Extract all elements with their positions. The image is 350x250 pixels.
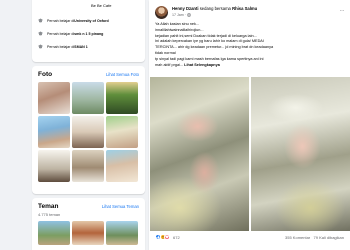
post-author-line: Henny Dzanti sedang bersama Rhisa Salmu [172,6,257,11]
photo-thumbnail[interactable] [38,150,70,182]
see-all-photos-link[interactable]: Lihat Semua Foto [106,72,139,77]
post-meta: 17 Jam · [172,13,191,17]
author-name[interactable]: Henny Dzanti [172,6,199,11]
share-count-link[interactable]: 79 Kali dibagikan [314,235,344,240]
photo-grid [38,82,138,182]
education-prefix: Pernah belajar di [47,44,75,49]
post-text: Ya Allah kasian sinu nek... innalillahiw… [155,22,345,68]
school-link[interactable]: University of Oxford [74,19,109,23]
friend-thumbnail[interactable] [38,221,70,245]
education-prefix: Pernah belajar di [47,18,75,23]
friend-count: 4.775 teman [38,212,61,217]
friend-thumbnail[interactable] [106,221,138,245]
post-time[interactable]: 17 Jam [172,13,184,17]
school-icon [38,18,43,23]
photo-thumbnail[interactable] [38,116,70,148]
post-text-line-last: mah aktif prgai... Lihat Selengkapnya [155,63,345,69]
friend-thumbnails [38,221,138,245]
photo-thumbnail[interactable] [72,116,104,148]
photos-title[interactable]: Foto [38,71,52,78]
engagement-counts: 355 Komentar 79 Kali dibagikan [285,235,344,240]
workplace-text[interactable]: Be Be Cafe [91,3,111,8]
reactions-summary[interactable]: 672 [155,234,180,240]
photo-thumbnail[interactable] [106,116,138,148]
author-avatar[interactable] [155,6,168,19]
school-icon [38,31,43,36]
friends-title[interactable]: Teman [38,203,58,210]
see-all-friends-link[interactable]: Lihat Semua Teman [102,204,139,209]
school-link[interactable]: smk n 1 5 pinang [74,32,103,36]
school-icon [38,44,43,49]
comment-count-link[interactable]: 355 Komentar [285,235,310,240]
reaction-count: 672 [173,234,180,240]
love-reaction-icon [164,234,170,240]
tagged-name[interactable]: Rhisa Salmu [232,6,257,11]
photos-card: Foto Lihat Semua Foto [32,66,145,194]
photo-thumbnail[interactable] [72,150,104,182]
education-item-3: Pernah belajar di SMAN 1 [38,44,88,49]
with-text: sedang bersama [198,6,233,11]
education-item-1: Pernah belajar di University of Oxford [38,18,109,23]
school-link[interactable]: SMAN 1 [74,45,88,49]
more-options-button[interactable]: ··· [340,8,345,14]
friends-card: Teman Lihat Semua Teman 4.775 teman [32,198,145,250]
post-card: Henny Dzanti sedang bersama Rhisa Salmu … [149,0,350,250]
education-item-2: Pernah belajar di smk n 1 5 pinang [38,31,103,36]
see-more-link[interactable]: Lihat Selengkapnya [184,63,220,67]
intro-card: Be Be Cafe Pernah belajar di University … [32,0,145,62]
globe-icon [187,13,191,17]
friend-thumbnail[interactable] [72,221,104,245]
post-text-line: mah aktif prgai... [155,62,184,67]
post-photo-left[interactable] [150,77,249,231]
photo-thumbnail[interactable] [106,82,138,114]
post-photo-right[interactable] [251,77,350,231]
education-prefix: Pernah belajar di [47,31,75,36]
photo-thumbnail[interactable] [106,150,138,182]
photo-thumbnail[interactable] [38,82,70,114]
photo-thumbnail[interactable] [72,82,104,114]
